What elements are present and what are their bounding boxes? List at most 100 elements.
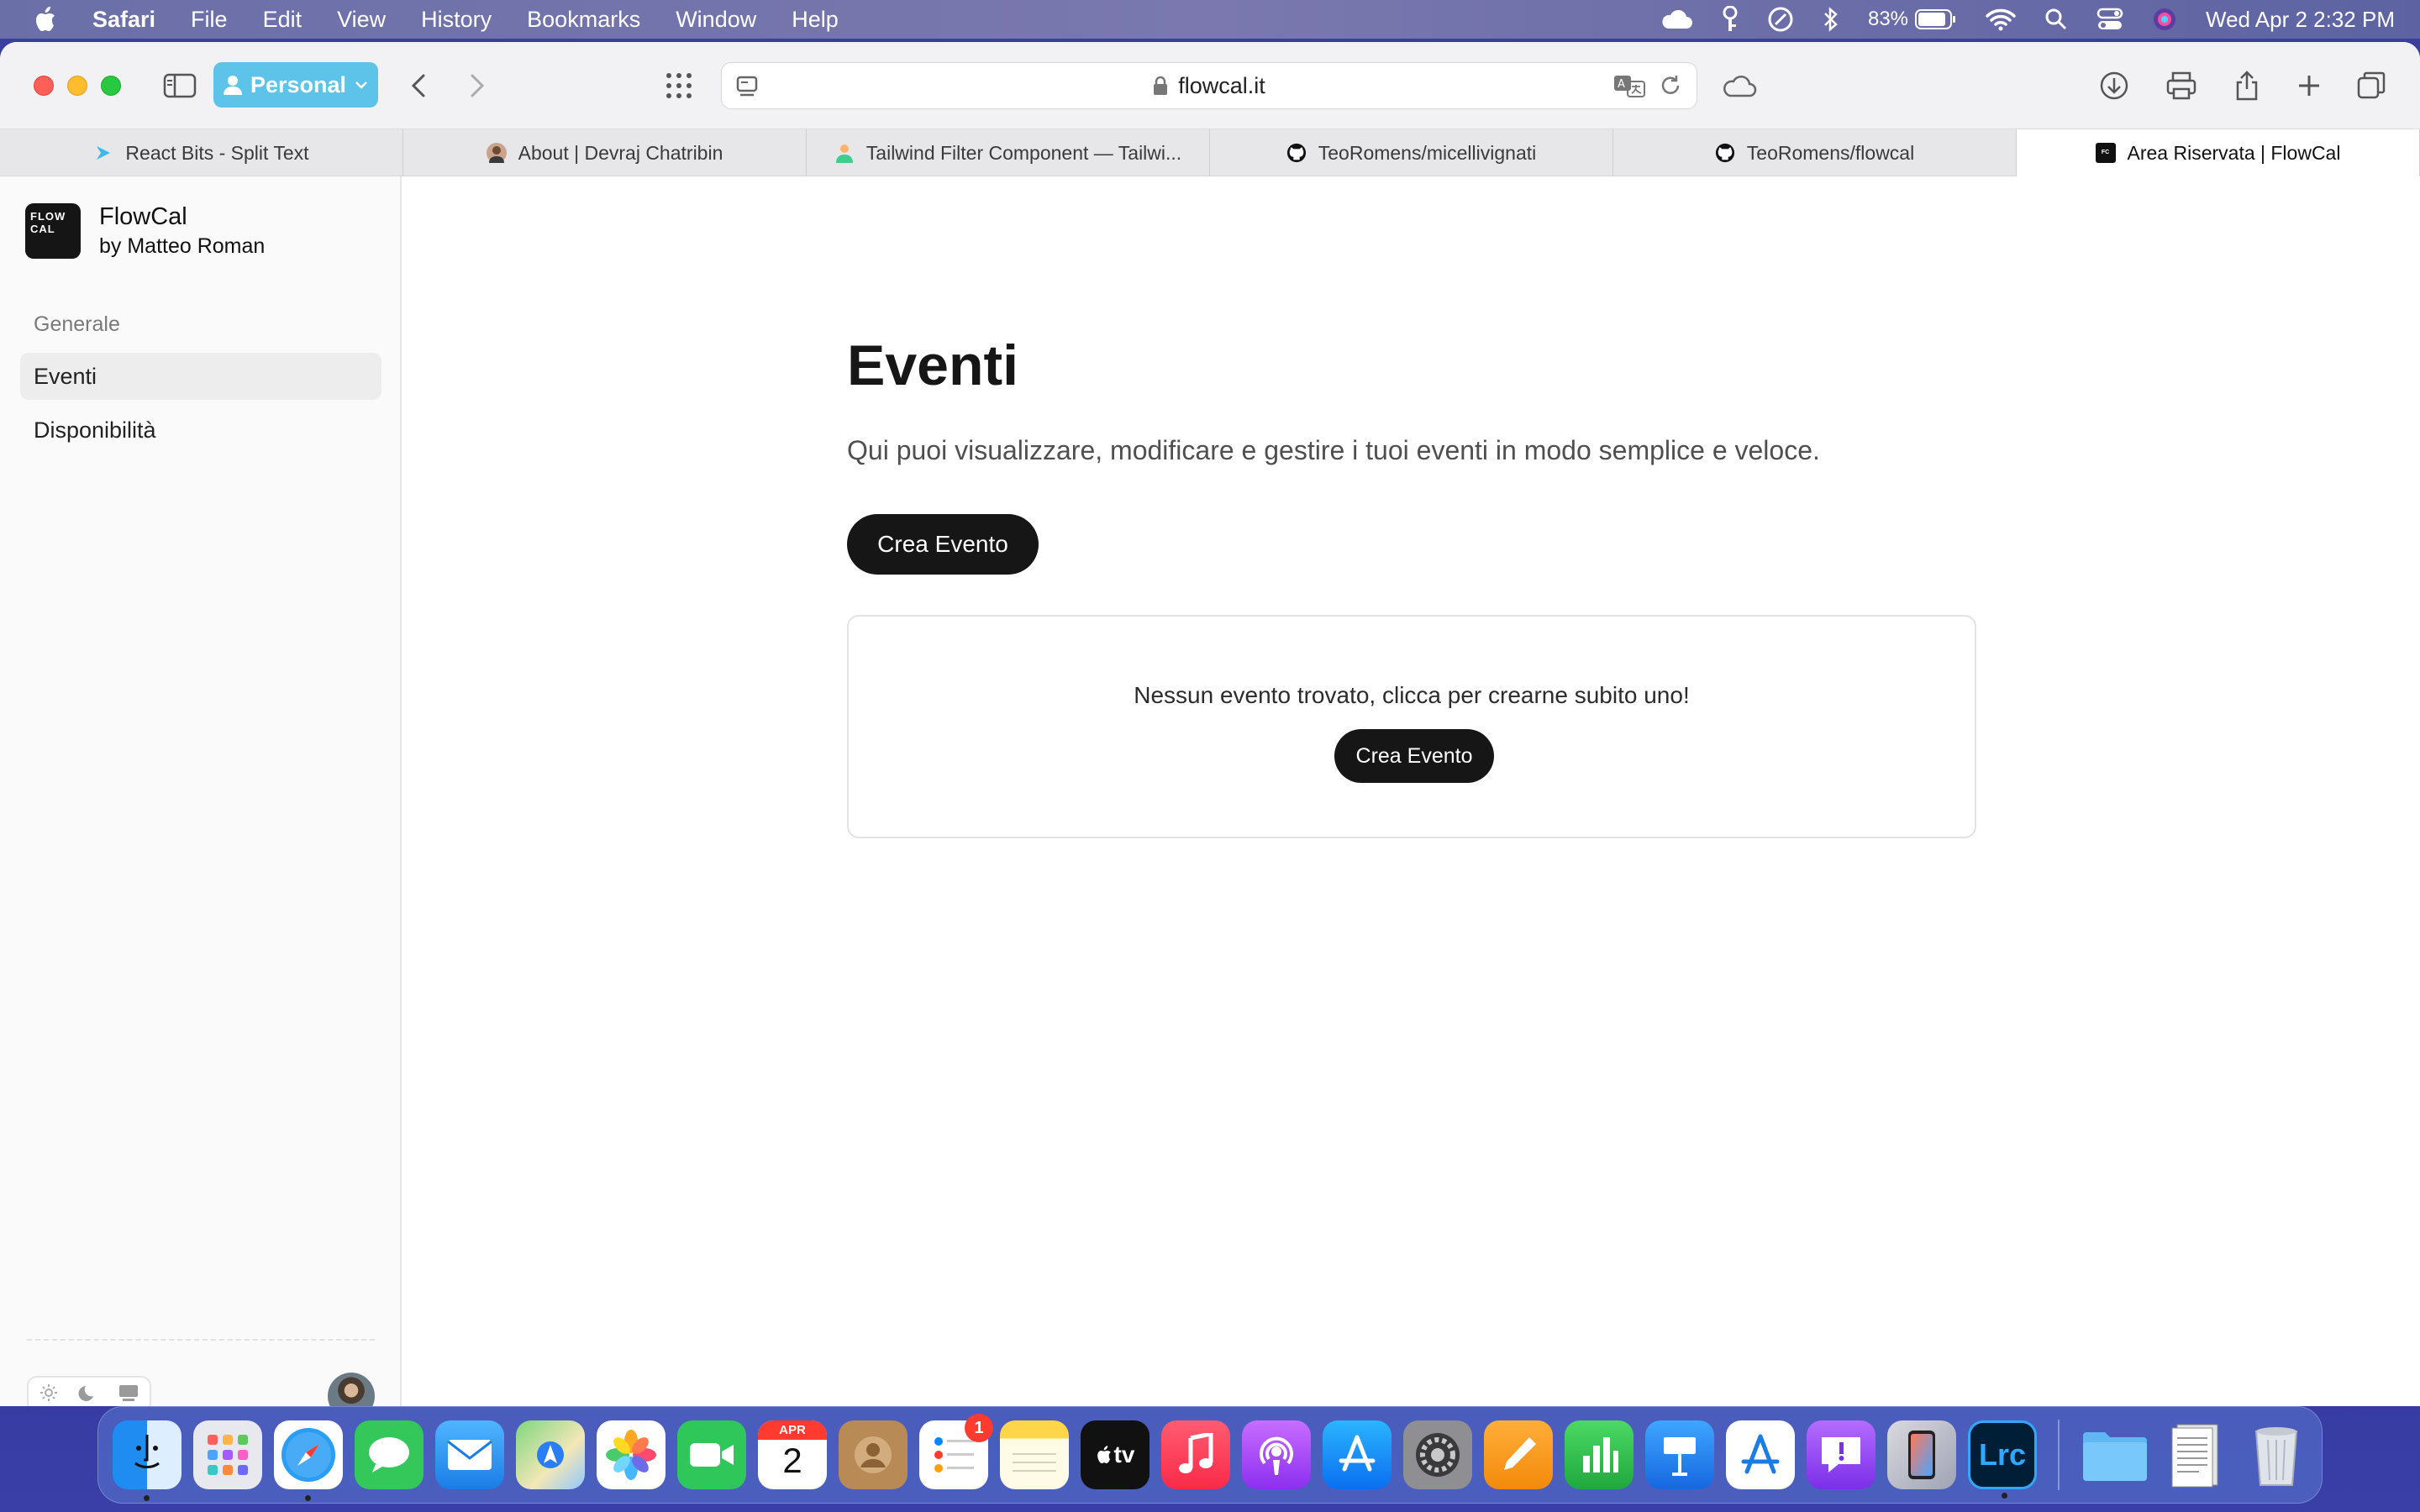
profile-button[interactable]: Personal	[213, 62, 378, 108]
tab-tailwind-filter[interactable]: Tailwind Filter Component — Tailwi...	[807, 129, 1210, 176]
tab-overview-grid-icon[interactable]	[660, 67, 697, 104]
safari-window: Personal flowcal.it A React Bits - Split…	[0, 42, 2420, 1406]
wifi-icon[interactable]	[1986, 8, 2016, 31]
menu-help[interactable]: Help	[792, 7, 839, 33]
xcode-instruments-icon[interactable]	[1726, 1420, 1795, 1489]
spotlight-icon[interactable]	[2044, 8, 2068, 31]
person-icon	[486, 143, 507, 163]
window-minimize-button[interactable]	[67, 76, 87, 96]
sidebar-item-eventi[interactable]: Eventi	[20, 353, 381, 400]
photos-icon[interactable]	[597, 1420, 666, 1489]
brand[interactable]: FLOW CAL FlowCal by Matteo Roman	[25, 203, 265, 259]
forward-button[interactable]	[459, 67, 496, 104]
clock[interactable]: Wed Apr 2 2:32 PM	[2206, 7, 2395, 33]
notification-badge: 1	[965, 1414, 993, 1442]
web-page: FLOW CAL FlowCal by Matteo Roman Generale…	[0, 176, 2420, 1406]
menu-window[interactable]: Window	[676, 7, 756, 33]
trash-icon[interactable]	[2242, 1420, 2311, 1489]
reload-icon[interactable]	[1658, 73, 1683, 104]
monitor-icon[interactable]	[118, 1383, 139, 1407]
facetime-icon[interactable]	[677, 1420, 746, 1489]
tab-area-riservata[interactable]: FC Area Riservata | FlowCal	[2017, 129, 2420, 176]
window-zoom-button[interactable]	[101, 76, 121, 96]
calendar-month: APR	[758, 1420, 827, 1440]
print-icon[interactable]	[2163, 67, 2200, 104]
sun-icon[interactable]	[39, 1383, 59, 1407]
safari-icon[interactable]	[274, 1420, 343, 1501]
focus-icon[interactable]	[1767, 6, 1794, 33]
menu-app-name[interactable]: Safari	[92, 7, 155, 33]
menu-history[interactable]: History	[421, 7, 492, 33]
control-center-icon[interactable]	[2096, 8, 2123, 31]
empty-state-text: Nessun evento trovato, clicca per crearn…	[1134, 682, 1690, 708]
maps-icon[interactable]	[516, 1420, 585, 1489]
mail-icon[interactable]	[435, 1420, 504, 1489]
avatar[interactable]	[328, 1373, 375, 1406]
reminders-icon[interactable]: 1	[919, 1414, 993, 1489]
brand-subtitle: by Matteo Roman	[99, 234, 266, 258]
nav-group-label: Generale	[34, 312, 120, 336]
tab-devraj[interactable]: About | Devraj Chatribin	[403, 129, 807, 176]
back-button[interactable]	[400, 67, 437, 104]
siri-icon[interactable]	[2152, 7, 2177, 32]
dock-separator	[2058, 1420, 2060, 1490]
address-bar[interactable]: flowcal.it A	[721, 62, 1697, 109]
apple-tv-icon[interactable]: tv	[1081, 1420, 1150, 1489]
sidebar-item-disponibilita[interactable]: Disponibilità	[20, 407, 381, 454]
folder-icon[interactable]	[2081, 1420, 2149, 1489]
music-icon[interactable]	[1161, 1420, 1230, 1489]
tab-micellivignati[interactable]: TeoRomens/micellivignati	[1210, 129, 1613, 176]
page-menu-icon[interactable]	[735, 75, 759, 104]
menu-edit[interactable]: Edit	[263, 7, 302, 33]
notes-icon[interactable]	[1000, 1420, 1069, 1489]
empty-state-card: Nessun evento trovato, clicca per crearn…	[847, 615, 1976, 838]
menu-bookmarks[interactable]: Bookmarks	[527, 7, 640, 33]
flowcal-icon: FC	[2095, 143, 2116, 163]
window-close-button[interactable]	[34, 76, 54, 96]
tab-overview-icon[interactable]	[2353, 67, 2390, 104]
share-icon[interactable]	[2228, 67, 2265, 104]
tab-flowcal-repo[interactable]: TeoRomens/flowcal	[1613, 129, 2017, 176]
app-store-icon[interactable]	[1323, 1420, 1392, 1489]
lock-icon	[1154, 76, 1168, 95]
divider	[27, 1339, 375, 1341]
numbers-icon[interactable]	[1565, 1420, 1634, 1489]
tv-label: tv	[1113, 1441, 1135, 1467]
new-tab-icon[interactable]	[2291, 67, 2328, 104]
menu-view[interactable]: View	[337, 7, 386, 33]
page-title: Eventi	[847, 333, 1019, 397]
flowcal-logo-icon: FLOW CAL	[25, 203, 81, 259]
tab-react-bits[interactable]: React Bits - Split Text	[0, 129, 403, 176]
keynote-icon[interactable]	[1645, 1420, 1714, 1489]
battery-percent: 83%	[1867, 8, 1909, 30]
launchpad-icon[interactable]	[193, 1420, 262, 1489]
system-settings-icon[interactable]	[1403, 1420, 1472, 1489]
calendar-icon[interactable]: APR 2	[758, 1420, 827, 1489]
keychain-icon[interactable]	[1722, 6, 1739, 33]
podcasts-icon[interactable]	[1242, 1420, 1311, 1489]
profile-label: Personal	[250, 71, 347, 97]
feedback-icon[interactable]	[1807, 1420, 1876, 1489]
icloud-icon[interactable]	[1660, 8, 1693, 30]
empty-state-create-button[interactable]: Crea Evento	[1334, 729, 1494, 783]
pages-icon[interactable]	[1484, 1420, 1553, 1489]
bluetooth-icon[interactable]	[1823, 6, 1839, 33]
downloads-icon[interactable]	[2096, 67, 2133, 104]
battery-status[interactable]: 83%	[1868, 8, 1957, 31]
apple-menu-icon[interactable]	[34, 6, 59, 33]
document-stack-icon[interactable]	[2161, 1420, 2230, 1489]
github-icon	[1286, 143, 1307, 163]
menu-file[interactable]: File	[191, 7, 228, 33]
finder-icon[interactable]	[113, 1420, 182, 1501]
sidebar-toggle-icon[interactable]	[161, 67, 198, 104]
translate-icon[interactable]: A	[1612, 73, 1646, 104]
simulator-icon[interactable]	[1887, 1420, 1956, 1489]
lightroom-classic-icon[interactable]: Lrc	[1968, 1420, 2037, 1499]
messages-icon[interactable]	[355, 1420, 424, 1489]
create-event-button[interactable]: Crea Evento	[847, 514, 1039, 575]
cloud-icon[interactable]	[1721, 67, 1758, 104]
contacts-icon[interactable]	[839, 1420, 908, 1489]
svg-text:A: A	[1618, 78, 1625, 91]
tab-label: TeoRomens/micellivignati	[1318, 141, 1537, 164]
moon-icon[interactable]	[78, 1383, 98, 1407]
